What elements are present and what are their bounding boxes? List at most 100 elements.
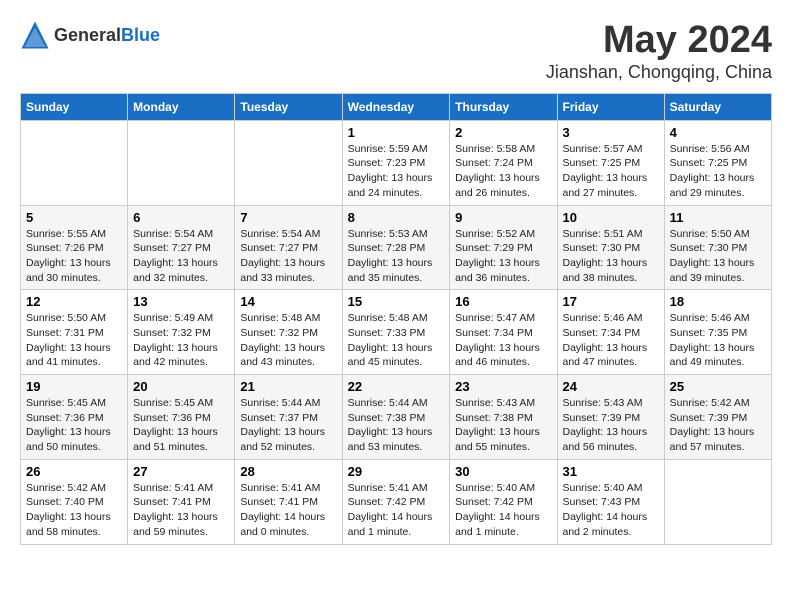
day-number: 26 [26, 464, 122, 479]
calendar-cell [235, 120, 342, 205]
day-number: 6 [133, 210, 229, 225]
day-info: Sunrise: 5:58 AMSunset: 7:24 PMDaylight:… [455, 142, 551, 201]
day-number: 14 [240, 294, 336, 309]
calendar-cell: 28 Sunrise: 5:41 AMSunset: 7:41 PMDayligh… [235, 459, 342, 544]
calendar-cell [21, 120, 128, 205]
day-info: Sunrise: 5:40 AMSunset: 7:43 PMDaylight:… [563, 481, 659, 540]
day-info: Sunrise: 5:48 AMSunset: 7:32 PMDaylight:… [240, 311, 336, 370]
calendar-cell: 21Sunrise: 5:44 AMSunset: 7:37 PMDayligh… [235, 375, 342, 460]
day-number: 2 [455, 125, 551, 140]
day-number: 22 [348, 379, 445, 394]
day-number: 11 [670, 210, 766, 225]
day-info: Sunrise: 5:42 AMSunset: 7:39 PMDaylight:… [670, 396, 766, 455]
day-number: 29 [348, 464, 445, 479]
calendar-cell: 25 Sunrise: 5:42 AMSunset: 7:39 PMDayligh… [664, 375, 771, 460]
day-info: Sunrise: 5:44 AMSunset: 7:38 PMDaylight:… [348, 396, 445, 455]
calendar-cell: 24 Sunrise: 5:43 AMSunset: 7:39 PMDayligh… [557, 375, 664, 460]
day-info: Sunrise: 5:55 AMSunset: 7:26 PMDaylight:… [26, 227, 122, 286]
logo-blue-text: Blue [121, 25, 160, 45]
day-info: Sunrise: 5:43 AMSunset: 7:38 PMDaylight:… [455, 396, 551, 455]
day-info: Sunrise: 5:48 AMSunset: 7:33 PMDaylight:… [348, 311, 445, 370]
day-info: Sunrise: 5:50 AMSunset: 7:31 PMDaylight:… [26, 311, 122, 370]
day-info: Sunrise: 5:45 AMSunset: 7:36 PMDaylight:… [133, 396, 229, 455]
day-info: Sunrise: 5:44 AMSunset: 7:37 PMDaylight:… [240, 396, 336, 455]
calendar-cell: 17 Sunrise: 5:46 AMSunset: 7:34 PMDayligh… [557, 290, 664, 375]
day-number: 30 [455, 464, 551, 479]
day-number: 28 [240, 464, 336, 479]
weekday-header-wednesday: Wednesday [342, 93, 450, 120]
calendar-cell: 9Sunrise: 5:52 AMSunset: 7:29 PMDaylight… [450, 205, 557, 290]
day-info: Sunrise: 5:40 AMSunset: 7:42 PMDaylight:… [455, 481, 551, 540]
calendar-cell: 20 Sunrise: 5:45 AMSunset: 7:36 PMDayligh… [128, 375, 235, 460]
weekday-header-monday: Monday [128, 93, 235, 120]
calendar-week-row: 5Sunrise: 5:55 AMSunset: 7:26 PMDaylight… [21, 205, 772, 290]
weekday-header-thursday: Thursday [450, 93, 557, 120]
day-info: Sunrise: 5:41 AMSunset: 7:42 PMDaylight:… [348, 481, 445, 540]
day-info: Sunrise: 5:56 AMSunset: 7:25 PMDaylight:… [670, 142, 766, 201]
calendar-week-row: 19 Sunrise: 5:45 AMSunset: 7:36 PMDayligh… [21, 375, 772, 460]
calendar-cell: 7Sunrise: 5:54 AMSunset: 7:27 PMDaylight… [235, 205, 342, 290]
calendar-cell: 13 Sunrise: 5:49 AMSunset: 7:32 PMDayligh… [128, 290, 235, 375]
calendar-cell: 23Sunrise: 5:43 AMSunset: 7:38 PMDayligh… [450, 375, 557, 460]
calendar-table: SundayMondayTuesdayWednesdayThursdayFrid… [20, 93, 772, 545]
calendar-cell: 22 Sunrise: 5:44 AMSunset: 7:38 PMDayligh… [342, 375, 450, 460]
day-info: Sunrise: 5:50 AMSunset: 7:30 PMDaylight:… [670, 227, 766, 286]
logo-general-text: General [54, 25, 121, 45]
day-info: Sunrise: 5:41 AMSunset: 7:41 PMDaylight:… [240, 481, 336, 540]
day-info: Sunrise: 5:52 AMSunset: 7:29 PMDaylight:… [455, 227, 551, 286]
calendar-cell: 26 Sunrise: 5:42 AMSunset: 7:40 PMDayligh… [21, 459, 128, 544]
calendar-cell: 12Sunrise: 5:50 AMSunset: 7:31 PMDayligh… [21, 290, 128, 375]
day-info: Sunrise: 5:42 AMSunset: 7:40 PMDaylight:… [26, 481, 122, 540]
day-info: Sunrise: 5:53 AMSunset: 7:28 PMDaylight:… [348, 227, 445, 286]
day-number: 24 [563, 379, 659, 394]
logo: GeneralBlue [20, 20, 160, 50]
day-number: 8 [348, 210, 445, 225]
calendar-week-row: 26 Sunrise: 5:42 AMSunset: 7:40 PMDayligh… [21, 459, 772, 544]
calendar-cell: 11 Sunrise: 5:50 AMSunset: 7:30 PMDayligh… [664, 205, 771, 290]
day-info: Sunrise: 5:46 AMSunset: 7:35 PMDaylight:… [670, 311, 766, 370]
day-number: 17 [563, 294, 659, 309]
weekday-header-row: SundayMondayTuesdayWednesdayThursdayFrid… [21, 93, 772, 120]
calendar-cell: 4Sunrise: 5:56 AMSunset: 7:25 PMDaylight… [664, 120, 771, 205]
day-number: 3 [563, 125, 659, 140]
calendar-cell: 30 Sunrise: 5:40 AMSunset: 7:42 PMDayligh… [450, 459, 557, 544]
calendar-cell: 10 Sunrise: 5:51 AMSunset: 7:30 PMDayligh… [557, 205, 664, 290]
calendar-cell: 14 Sunrise: 5:48 AMSunset: 7:32 PMDayligh… [235, 290, 342, 375]
day-info: Sunrise: 5:57 AMSunset: 7:25 PMDaylight:… [563, 142, 659, 201]
day-number: 25 [670, 379, 766, 394]
weekday-header-sunday: Sunday [21, 93, 128, 120]
day-info: Sunrise: 5:47 AMSunset: 7:34 PMDaylight:… [455, 311, 551, 370]
weekday-header-saturday: Saturday [664, 93, 771, 120]
day-number: 7 [240, 210, 336, 225]
title-area: May 2024 Jianshan, Chongqing, China [546, 20, 772, 83]
weekday-header-friday: Friday [557, 93, 664, 120]
day-number: 19 [26, 379, 122, 394]
day-info: Sunrise: 5:46 AMSunset: 7:34 PMDaylight:… [563, 311, 659, 370]
calendar-cell [664, 459, 771, 544]
location-title: Jianshan, Chongqing, China [546, 62, 772, 83]
day-info: Sunrise: 5:45 AMSunset: 7:36 PMDaylight:… [26, 396, 122, 455]
day-info: Sunrise: 5:51 AMSunset: 7:30 PMDaylight:… [563, 227, 659, 286]
weekday-header-tuesday: Tuesday [235, 93, 342, 120]
calendar-cell [128, 120, 235, 205]
day-number: 16 [455, 294, 551, 309]
calendar-cell: 3 Sunrise: 5:57 AMSunset: 7:25 PMDaylight… [557, 120, 664, 205]
day-info: Sunrise: 5:54 AMSunset: 7:27 PMDaylight:… [133, 227, 229, 286]
day-info: Sunrise: 5:41 AMSunset: 7:41 PMDaylight:… [133, 481, 229, 540]
month-title: May 2024 [546, 20, 772, 62]
calendar-cell: 2 Sunrise: 5:58 AMSunset: 7:24 PMDaylight… [450, 120, 557, 205]
calendar-week-row: 12Sunrise: 5:50 AMSunset: 7:31 PMDayligh… [21, 290, 772, 375]
day-info: Sunrise: 5:43 AMSunset: 7:39 PMDaylight:… [563, 396, 659, 455]
day-number: 10 [563, 210, 659, 225]
day-number: 13 [133, 294, 229, 309]
day-number: 27 [133, 464, 229, 479]
day-number: 20 [133, 379, 229, 394]
calendar-cell: 18Sunrise: 5:46 AMSunset: 7:35 PMDayligh… [664, 290, 771, 375]
page-header: GeneralBlue May 2024 Jianshan, Chongqing… [20, 20, 772, 83]
calendar-cell: 16 Sunrise: 5:47 AMSunset: 7:34 PMDayligh… [450, 290, 557, 375]
day-info: Sunrise: 5:49 AMSunset: 7:32 PMDaylight:… [133, 311, 229, 370]
day-number: 31 [563, 464, 659, 479]
day-number: 15 [348, 294, 445, 309]
logo-icon [20, 20, 50, 50]
calendar-cell: 1Sunrise: 5:59 AMSunset: 7:23 PMDaylight… [342, 120, 450, 205]
